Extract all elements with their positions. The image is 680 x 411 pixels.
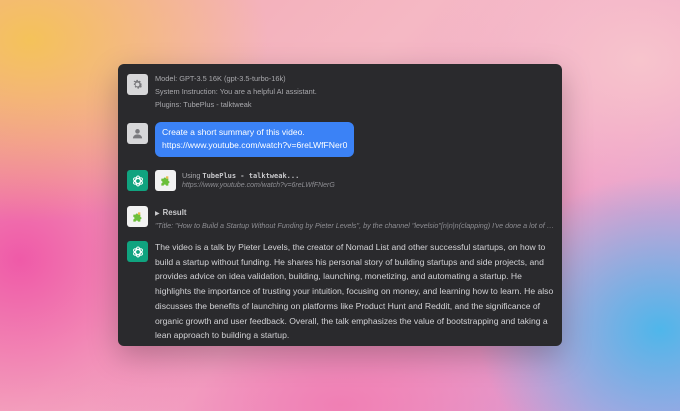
assistant-message: The video is a talk by Pieter Levels, th… (118, 240, 562, 344)
puzzle-icon (127, 206, 148, 227)
user-bubble-wrap: Create a short summary of this video. ht… (155, 122, 554, 157)
plugin-call: Using TubePlus - talktweak... https://ww… (118, 170, 562, 194)
result-label: Result (162, 208, 187, 217)
model-label: Model: GPT-3.5 16K (gpt-3.5-turbo-16k) (155, 74, 286, 83)
gear-icon (127, 74, 148, 95)
openai-icon (127, 170, 148, 191)
result-content: ▶ Result "Title: "How to Build a Startup … (155, 207, 554, 231)
plugin-result: ▶ Result "Title: "How to Build a Startup … (118, 206, 562, 232)
plugin-using-label: Using TubePlus - talktweak... (182, 171, 299, 181)
user-message: Create a short summary of this video. ht… (118, 122, 562, 158)
puzzle-icon (155, 170, 176, 191)
plugins-label: Plugins: TubePlus - talktweak (155, 100, 252, 109)
user-message-link[interactable]: https://www.youtube.com/watch?v=6reLWfFN… (162, 139, 347, 152)
assistant-text: The video is a talk by Pieter Levels, th… (155, 242, 554, 341)
plugin-using-prefix: Using (182, 171, 203, 180)
system-details: Model: GPT-3.5 16K (gpt-3.5-turbo-16k) S… (155, 72, 554, 111)
chat-window: Model: GPT-3.5 16K (gpt-3.5-turbo-16k) S… (118, 64, 562, 346)
plugin-call-url: https://www.youtube.com/watch?v=6reLWfFN… (182, 182, 335, 189)
expand-triangle-icon: ▶ (155, 211, 160, 217)
user-bubble: Create a short summary of this video. ht… (155, 122, 355, 157)
result-toggle[interactable]: ▶ Result (155, 207, 554, 220)
user-message-text: Create a short summary of this video. (162, 127, 305, 137)
result-text: "Title: "How to Build a Startup Without … (155, 221, 554, 230)
system-instruction: System Instruction: You are a helpful AI… (155, 87, 317, 96)
user-icon (127, 123, 148, 144)
openai-icon (127, 241, 148, 262)
system-message: Model: GPT-3.5 16K (gpt-3.5-turbo-16k) S… (118, 72, 562, 112)
plugin-name: TubePlus - talktweak... (202, 172, 300, 180)
